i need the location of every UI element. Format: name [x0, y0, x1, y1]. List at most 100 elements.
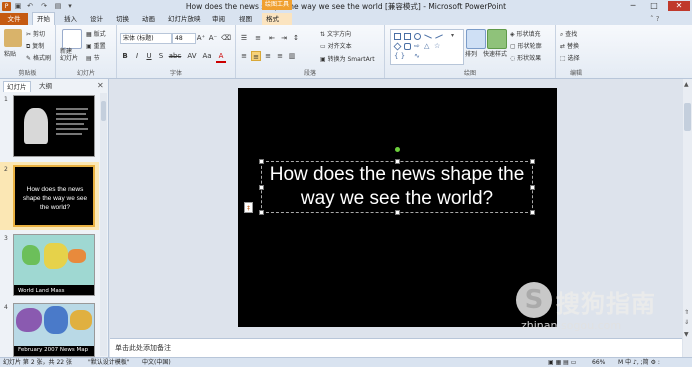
- shape-fill-button[interactable]: ◈ 形状填充: [510, 29, 541, 38]
- strikethrough-button[interactable]: abc: [168, 51, 182, 61]
- align-center-icon[interactable]: ≡: [251, 51, 261, 61]
- save-icon[interactable]: ▣: [14, 2, 22, 10]
- font-size-combo[interactable]: 48: [172, 33, 196, 44]
- text-direction-button[interactable]: ⇅ 文字方向: [320, 29, 351, 38]
- pane-scroll-thumb[interactable]: [101, 101, 106, 121]
- change-case-button[interactable]: Aa: [201, 51, 213, 61]
- shape-outline-button[interactable]: ▢ 形状轮廓: [510, 41, 542, 50]
- ribbon-collapse-icon[interactable]: ˄ ?: [650, 15, 659, 23]
- curve-shape-icon[interactable]: ∿: [414, 53, 420, 60]
- pane-scrollbar[interactable]: [100, 93, 107, 356]
- maximize-button[interactable]: □: [647, 1, 661, 11]
- slide-thumbnail-1[interactable]: [13, 95, 95, 157]
- rectangle-shape-icon[interactable]: [404, 33, 411, 40]
- tab-outline-pane[interactable]: 大纲: [36, 81, 55, 91]
- tab-animations[interactable]: 动画: [138, 13, 159, 25]
- arrow-shape-icon[interactable]: ⇨: [414, 43, 420, 50]
- redo-icon[interactable]: ↷: [40, 2, 48, 10]
- scroll-up-icon[interactable]: ▲: [684, 81, 689, 88]
- undo-icon[interactable]: ↶: [26, 2, 34, 10]
- arrange-icon[interactable]: [466, 29, 486, 49]
- justify-icon[interactable]: ≡: [275, 51, 285, 61]
- shrink-font-icon[interactable]: A⁻: [208, 33, 218, 43]
- new-slide-button[interactable]: 新建 幻灯片: [60, 48, 78, 62]
- resize-handle[interactable]: [259, 210, 264, 215]
- notes-placeholder[interactable]: 单击此处添加备注: [115, 343, 171, 353]
- customize-qat-icon[interactable]: ▾: [66, 2, 74, 10]
- tab-slideshow[interactable]: 幻灯片放映: [164, 13, 205, 25]
- columns-icon[interactable]: ▥: [287, 51, 297, 61]
- section-button[interactable]: ▤ 节: [86, 53, 100, 62]
- slide-thumbnail-3[interactable]: World Land Mass: [13, 234, 95, 296]
- scroll-thumb[interactable]: [684, 103, 691, 131]
- align-text-button[interactable]: ▭ 对齐文本: [320, 41, 352, 50]
- numbering-icon[interactable]: ≡: [253, 33, 263, 43]
- grow-font-icon[interactable]: A⁺: [196, 33, 206, 43]
- line-shape-icon[interactable]: [424, 34, 432, 39]
- italic-button[interactable]: I: [132, 51, 142, 61]
- bullets-icon[interactable]: ☰: [239, 33, 249, 43]
- shape-effects-button[interactable]: ◌ 形状效果: [510, 53, 541, 62]
- format-painter-button[interactable]: ✎ 格式刷: [26, 53, 51, 62]
- resize-handle[interactable]: [530, 210, 535, 215]
- slide-thumbnail-2[interactable]: How does the news shape the way we see t…: [13, 165, 95, 227]
- resize-handle[interactable]: [395, 210, 400, 215]
- tab-format[interactable]: 格式: [262, 13, 292, 25]
- find-button[interactable]: ⌕ 查找: [560, 29, 577, 39]
- resize-handle[interactable]: [395, 159, 400, 164]
- reset-button[interactable]: ▣ 重置: [86, 41, 106, 50]
- tab-design[interactable]: 设计: [86, 13, 107, 25]
- replace-button[interactable]: ⇄ 替换: [560, 41, 579, 50]
- new-slide-icon[interactable]: [62, 29, 82, 49]
- minimize-button[interactable]: ─: [626, 1, 640, 11]
- align-left-icon[interactable]: ≡: [239, 51, 249, 61]
- resize-handle[interactable]: [530, 159, 535, 164]
- star-shape-icon[interactable]: ☆: [434, 43, 440, 50]
- tab-file[interactable]: 文件: [0, 13, 28, 25]
- layout-button[interactable]: ▦ 版式: [86, 29, 106, 38]
- align-right-icon[interactable]: ≡: [263, 51, 273, 61]
- close-pane-icon[interactable]: ✕: [97, 81, 104, 90]
- tab-home[interactable]: 开始: [32, 12, 55, 26]
- tab-review[interactable]: 审阅: [208, 13, 229, 25]
- quick-styles-button[interactable]: 快速样式: [483, 49, 507, 58]
- font-name-combo[interactable]: 宋体 (标题): [120, 33, 172, 44]
- increase-indent-icon[interactable]: ⇥: [279, 33, 289, 43]
- tab-view[interactable]: 视图: [235, 13, 256, 25]
- resize-handle[interactable]: [259, 159, 264, 164]
- shadow-button[interactable]: S: [156, 51, 166, 61]
- autofit-options-icon[interactable]: ‡: [244, 202, 253, 213]
- rectangle-shape-icon[interactable]: [394, 33, 401, 40]
- paste-icon[interactable]: [4, 29, 22, 47]
- line-spacing-icon[interactable]: ↕: [291, 33, 301, 43]
- slide-thumbnail-4[interactable]: February 2007 News Map: [13, 303, 95, 357]
- next-slide-icon[interactable]: ⇓: [684, 319, 689, 326]
- copy-button[interactable]: ⧉ 复制: [26, 41, 44, 51]
- prev-slide-icon[interactable]: ⇑: [684, 309, 689, 316]
- rounded-rect-shape-icon[interactable]: [404, 43, 411, 50]
- quick-styles-icon[interactable]: [487, 29, 507, 49]
- start-slideshow-icon[interactable]: ▤: [54, 2, 62, 10]
- clear-formatting-icon[interactable]: ⌫: [221, 33, 231, 43]
- brace-shape-icon[interactable]: { }: [394, 53, 405, 60]
- font-color-icon[interactable]: A: [216, 51, 226, 63]
- bold-button[interactable]: B: [120, 51, 130, 61]
- decrease-indent-icon[interactable]: ⇤: [267, 33, 277, 43]
- tab-slides-pane[interactable]: 幻灯片: [3, 81, 31, 92]
- main-vertical-scrollbar[interactable]: ▲ ⇑ ⇓ ▼: [683, 79, 692, 357]
- resize-handle[interactable]: [259, 185, 264, 190]
- underline-button[interactable]: U: [144, 51, 154, 61]
- char-spacing-button[interactable]: AV: [185, 51, 199, 61]
- tab-transitions[interactable]: 切换: [112, 13, 133, 25]
- scroll-down-icon[interactable]: ▼: [684, 331, 689, 338]
- triangle-shape-icon[interactable]: △: [424, 43, 429, 50]
- select-button[interactable]: ⬚ 选择: [560, 53, 580, 62]
- smartart-button[interactable]: ▣ 转换为 SmartArt: [320, 54, 375, 63]
- line-shape-icon[interactable]: [435, 34, 443, 39]
- shapes-gallery[interactable]: ⇨ △ ☆ { } ∿ ▾: [390, 29, 464, 65]
- diamond-shape-icon[interactable]: [393, 42, 402, 51]
- notes-pane[interactable]: 单击此处添加备注: [110, 338, 682, 357]
- oval-shape-icon[interactable]: [414, 33, 421, 40]
- paste-button[interactable]: 粘贴: [4, 49, 16, 58]
- rotation-handle[interactable]: [395, 147, 400, 152]
